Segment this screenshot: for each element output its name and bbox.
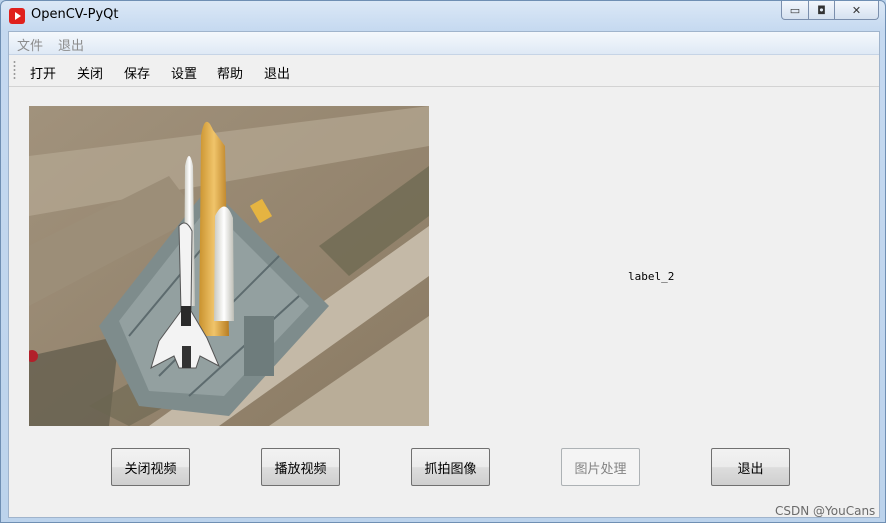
minimize-icon: ▭ [789, 3, 801, 17]
close-video-button[interactable]: 关闭视频 [111, 448, 190, 486]
menu-exit[interactable]: 退出 [58, 35, 84, 54]
tool-save[interactable]: 保存 [124, 63, 150, 82]
tool-close[interactable]: 关闭 [77, 63, 103, 82]
capture-image-button[interactable]: 抓拍图像 [411, 448, 490, 486]
main-window: OpenCV-PyQt ▭ ◘ ✕ 文件 退出 打开 关闭 保存 设置 帮助 退… [0, 0, 886, 523]
client-area: 文件 退出 打开 关闭 保存 设置 帮助 退出 label_2 关闭视频 播放视… [8, 31, 880, 518]
close-button[interactable]: ✕ [835, 1, 879, 20]
title-bar[interactable]: OpenCV-PyQt ▭ ◘ ✕ [1, 1, 885, 31]
window-title: OpenCV-PyQt [31, 7, 119, 22]
image-process-button[interactable]: 图片处理 [561, 448, 640, 486]
watermark-text: CSDN @YouCans [775, 504, 876, 518]
menu-file[interactable]: 文件 [17, 35, 43, 54]
video-frame-image [29, 106, 429, 426]
toolbar-grip[interactable] [13, 60, 16, 81]
minimize-button[interactable]: ▭ [781, 1, 809, 20]
exit-button[interactable]: 退出 [711, 448, 790, 486]
menu-bar: 文件 退出 [9, 32, 879, 55]
maximize-icon: ◘ [817, 3, 826, 17]
tool-exit[interactable]: 退出 [264, 63, 290, 82]
label-2: label_2 [628, 270, 675, 283]
tool-help[interactable]: 帮助 [217, 63, 243, 82]
close-icon: ✕ [851, 3, 862, 17]
window-controls: ▭ ◘ ✕ [781, 1, 879, 20]
tool-open[interactable]: 打开 [30, 63, 56, 82]
shuttle-launch-picture [29, 106, 429, 426]
maximize-button[interactable]: ◘ [809, 1, 835, 20]
toolbar: 打开 关闭 保存 设置 帮助 退出 [9, 55, 879, 87]
play-video-button[interactable]: 播放视频 [261, 448, 340, 486]
app-icon [9, 8, 25, 24]
tool-settings[interactable]: 设置 [171, 63, 197, 82]
